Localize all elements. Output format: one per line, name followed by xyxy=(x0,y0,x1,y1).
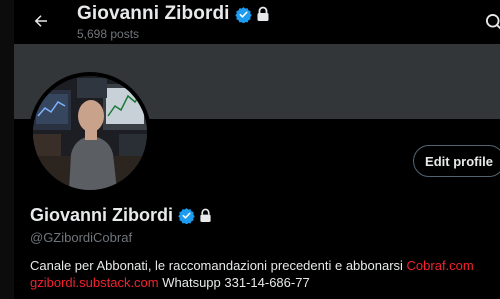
profile-name-row: Giovanni Zibordi xyxy=(30,205,212,226)
bio-text: Canale per Abbonati, le raccomandazioni … xyxy=(30,258,407,273)
profile-bio: Canale per Abbonati, le raccomandazioni … xyxy=(30,257,495,291)
profile-handle: @GZibordiCobraf xyxy=(30,230,133,245)
header-name: Giovanni Zibordi xyxy=(77,3,230,24)
back-button[interactable] xyxy=(28,8,54,34)
edit-profile-button[interactable]: Edit profile xyxy=(413,145,500,177)
profile-name: Giovanni Zibordi xyxy=(30,205,173,225)
avatar[interactable] xyxy=(29,72,151,194)
profile-header: Giovanni Zibordi 5,698 posts xyxy=(14,0,500,44)
lock-icon xyxy=(257,6,269,21)
arrow-left-icon xyxy=(34,15,47,27)
search-icon[interactable] xyxy=(484,12,500,32)
avatar-photo xyxy=(33,76,147,190)
bio-link-cobraf[interactable]: Cobraf.com xyxy=(407,258,474,273)
left-edge xyxy=(0,0,14,299)
header-name-row: Giovanni Zibordi xyxy=(77,3,270,25)
verified-badge-icon xyxy=(234,6,252,23)
verified-badge-icon[interactable] xyxy=(178,207,195,224)
bio-link-substack[interactable]: gzibordi.substack.com xyxy=(30,275,159,290)
bio-whatsapp-text: Whatsupp 331-14-686-77 xyxy=(158,275,310,290)
lock-icon xyxy=(200,208,211,222)
posts-count: 5,698 posts xyxy=(77,27,140,41)
